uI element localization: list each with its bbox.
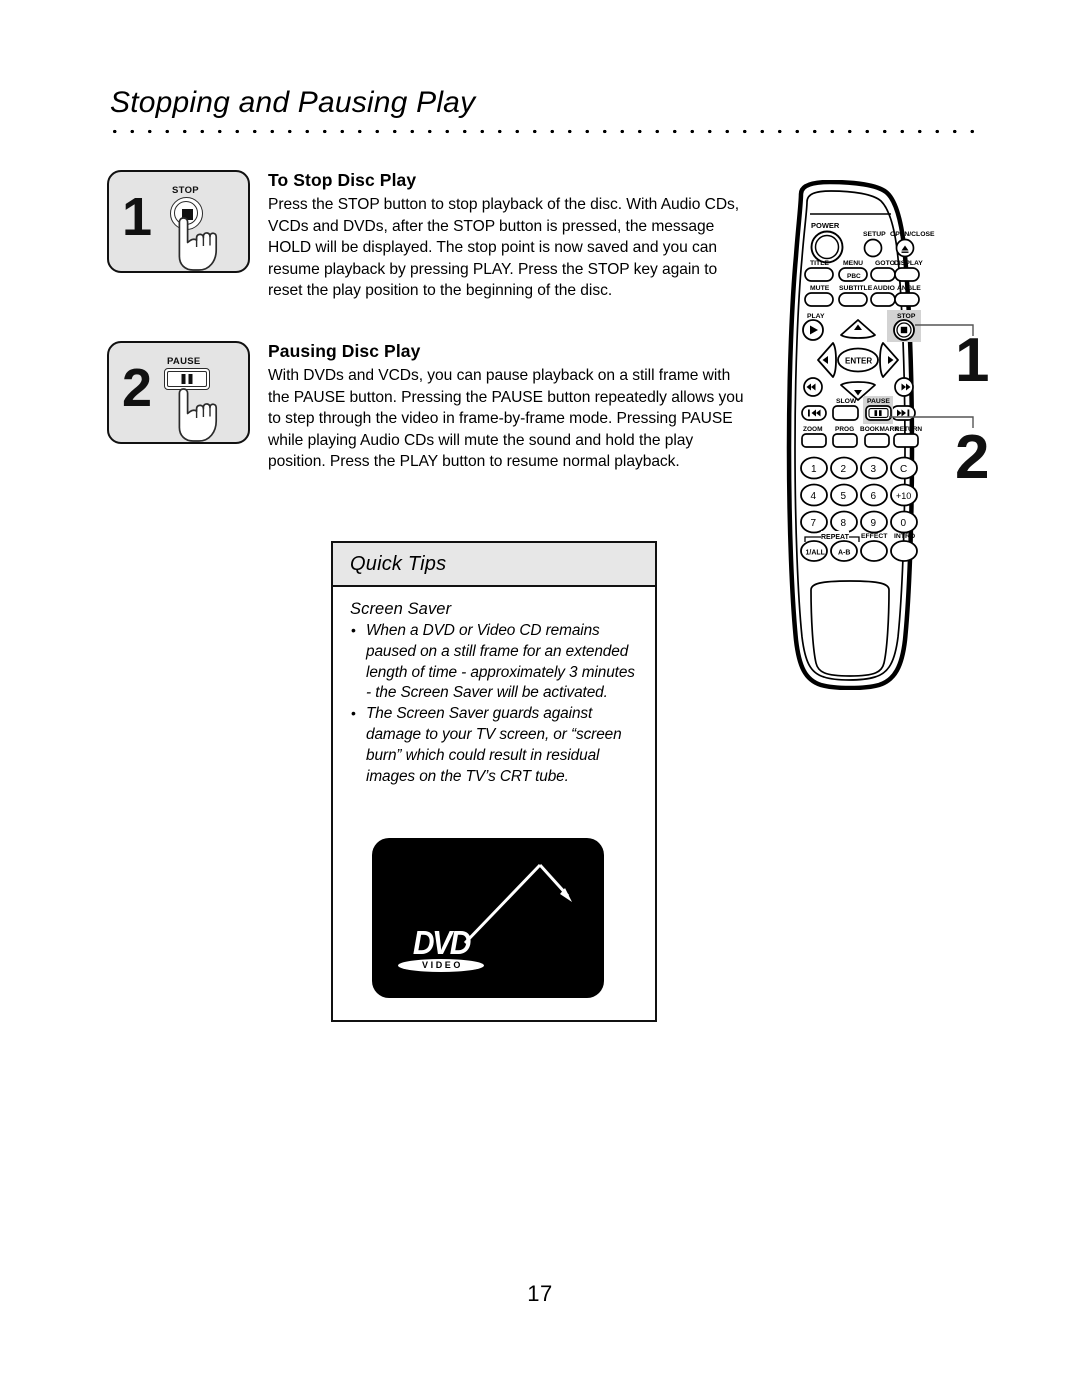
svg-text:PROG: PROG (835, 426, 854, 433)
svg-text:1/ALL: 1/ALL (806, 550, 826, 557)
quick-tips-body: Screen Saver When a DVD or Video CD rema… (333, 587, 655, 787)
svg-text:MENU: MENU (843, 260, 863, 267)
svg-text:AUDIO: AUDIO (873, 285, 895, 292)
section-heading-stop: To Stop Disc Play (268, 170, 417, 190)
svg-text:9: 9 (871, 518, 877, 529)
pointing-hand-icon (178, 388, 218, 442)
bouncing-arrow-icon (463, 863, 572, 945)
svg-text:PAUSE: PAUSE (867, 398, 890, 405)
svg-text:DISPLAY: DISPLAY (894, 260, 923, 267)
svg-text:REPEAT: REPEAT (821, 534, 850, 541)
quick-tips-box: Quick Tips Screen Saver When a DVD or Vi… (331, 541, 657, 1022)
step-illustration-2: 2 PAUSE (107, 341, 250, 444)
title-divider (106, 129, 982, 134)
svg-text:4: 4 (811, 491, 817, 502)
screen-saver-illustration: DVD VIDEO (372, 838, 604, 998)
list-item: The Screen Saver guards against damage t… (350, 703, 641, 787)
svg-text:SETUP: SETUP (863, 231, 886, 238)
section-heading-pause: Pausing Disc Play (268, 341, 421, 361)
svg-text:INTRO: INTRO (894, 533, 915, 540)
list-item: When a DVD or Video CD remains paused on… (350, 620, 641, 704)
svg-text:STOP: STOP (897, 313, 916, 320)
svg-text:ZOOM: ZOOM (803, 426, 823, 433)
svg-text:A-B: A-B (838, 550, 850, 557)
svg-text:8: 8 (841, 518, 847, 529)
quick-tips-header: Quick Tips (333, 543, 655, 587)
svg-text:2: 2 (841, 464, 847, 475)
svg-text:MUTE: MUTE (810, 285, 830, 292)
svg-text:ANGLE: ANGLE (897, 285, 921, 292)
step-number-1: 1 (122, 187, 153, 247)
svg-text:3: 3 (871, 464, 877, 475)
svg-text:GOTO: GOTO (875, 260, 895, 267)
svg-text:0: 0 (901, 518, 907, 529)
svg-text:1: 1 (811, 464, 817, 475)
svg-text:+10: +10 (896, 491, 911, 501)
quick-tips-list: When a DVD or Video CD remains paused on… (350, 620, 641, 787)
step-number-2: 2 (122, 358, 153, 418)
dvd-video-logo: DVD VIDEO (398, 924, 484, 972)
svg-text:6: 6 (871, 491, 877, 502)
svg-text:EFFECT: EFFECT (861, 533, 888, 540)
step-button-label-stop: STOP (172, 185, 199, 196)
page-title: Stopping and Pausing Play (110, 86, 476, 119)
svg-text:POWER: POWER (811, 221, 840, 230)
svg-text:7: 7 (811, 518, 817, 529)
svg-text:SLOW: SLOW (836, 398, 857, 405)
section-body-pause: With DVDs and VCDs, you can pause playba… (268, 367, 744, 471)
section-body-stop: Press the STOP button to stop playback o… (268, 196, 740, 300)
svg-text:RETURN: RETURN (895, 426, 922, 433)
dvd-logo-text: DVD (412, 924, 472, 962)
svg-text:5: 5 (841, 491, 847, 502)
svg-text:ENTER: ENTER (845, 357, 872, 366)
svg-text:BOOKMARK: BOOKMARK (860, 426, 899, 433)
remote-control-illustration: POWER SETUP OPEN/CLOSE TITLE MENU PBC GO… (755, 179, 990, 691)
svg-text:OPEN/CLOSE: OPEN/CLOSE (890, 231, 935, 238)
svg-text:PBC: PBC (847, 273, 861, 280)
pointing-hand-icon (178, 217, 218, 271)
step-button-label-pause: PAUSE (167, 356, 201, 367)
pause-bars-icon (181, 374, 193, 384)
quick-tips-title: Quick Tips (350, 552, 447, 575)
step-illustration-1: 1 STOP (107, 170, 250, 273)
svg-text:TITLE: TITLE (810, 260, 829, 267)
svg-text:C: C (900, 464, 907, 475)
quick-tips-subtitle: Screen Saver (350, 600, 452, 618)
svg-text:PLAY: PLAY (807, 313, 825, 320)
page-number: 17 (527, 1281, 553, 1306)
svg-text:SUBTITLE: SUBTITLE (839, 285, 873, 292)
